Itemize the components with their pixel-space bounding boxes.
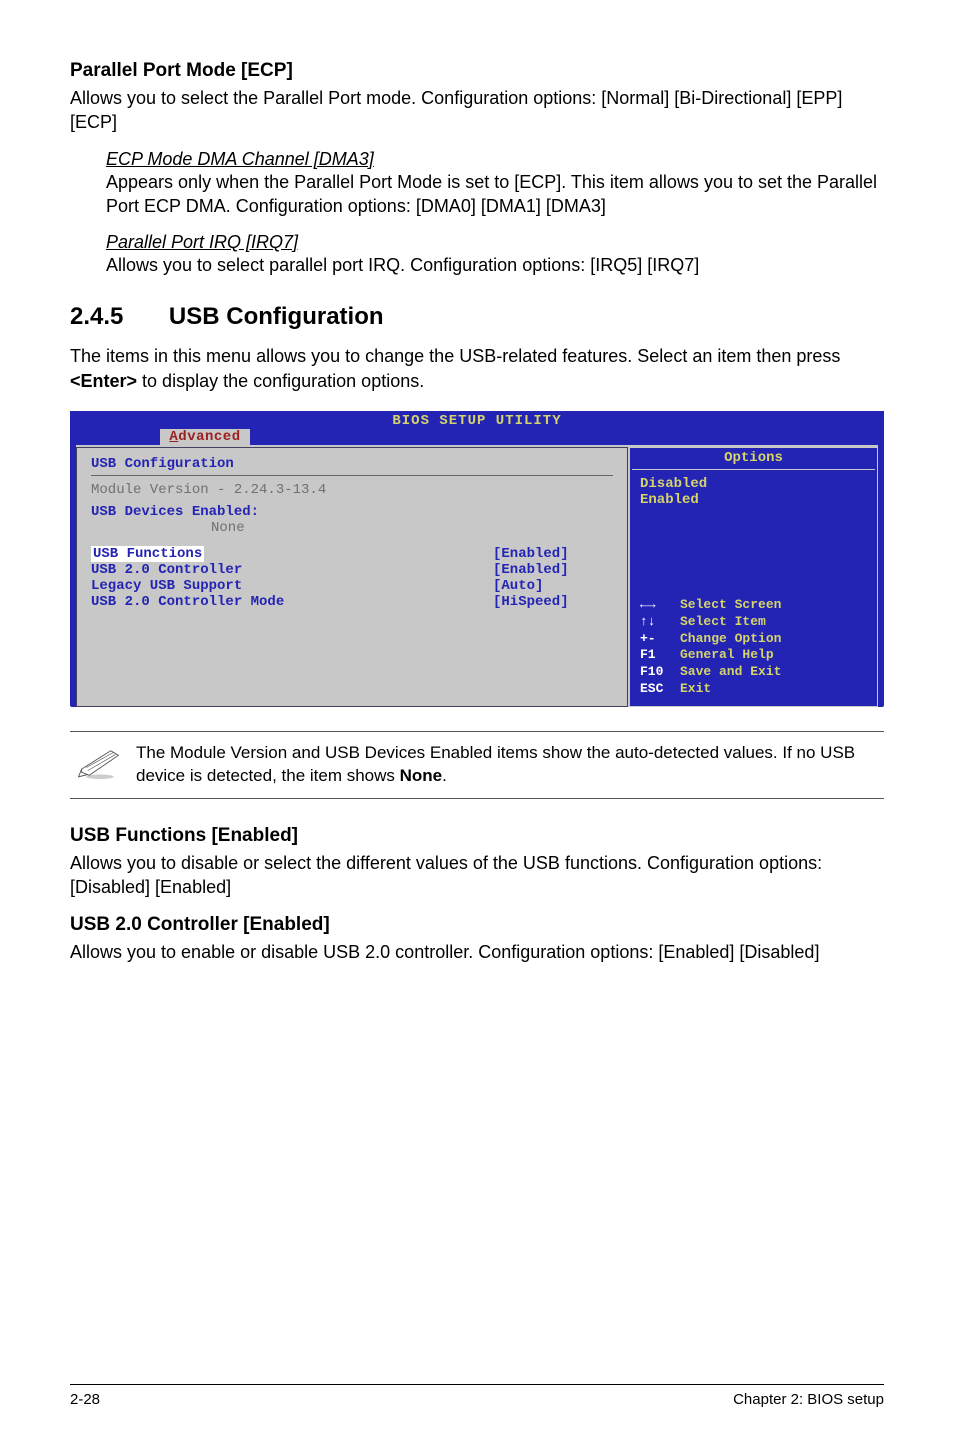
page-footer: 2-28 Chapter 2: BIOS setup bbox=[70, 1384, 884, 1408]
bios-row-label: USB Functions bbox=[91, 546, 204, 562]
nav-key: ESC bbox=[640, 681, 680, 698]
text-usb20-controller: Allows you to enable or disable USB 2.0 … bbox=[70, 940, 884, 964]
heading-ppm: Parallel Port Mode [ECP] bbox=[70, 60, 884, 82]
nav-key: +- bbox=[640, 631, 680, 648]
bios-row-value: [Auto] bbox=[493, 578, 613, 594]
text-usb-functions: Allows you to disable or select the diff… bbox=[70, 851, 884, 900]
nav-key: ←→ bbox=[640, 597, 680, 614]
bios-option-enabled: Enabled bbox=[640, 492, 867, 508]
bios-row-usb20-controller: USB 2.0 Controller [Enabled] bbox=[91, 562, 613, 578]
section-title: USB Configuration bbox=[169, 303, 384, 330]
bios-row-usb20-mode: USB 2.0 Controller Mode [HiSpeed] bbox=[91, 594, 613, 610]
nav-action: Select Screen bbox=[680, 597, 781, 612]
text-ppm: Allows you to select the Parallel Port m… bbox=[70, 86, 884, 135]
section-number: 2.4.5 bbox=[70, 303, 160, 331]
bios-tab-rest: dvanced bbox=[178, 429, 240, 445]
bios-title: BIOS SETUP UTILITY bbox=[70, 411, 884, 429]
note-text-2: . bbox=[442, 766, 447, 785]
bios-main-header: USB Configuration bbox=[91, 456, 613, 476]
bios-devices-none: None bbox=[211, 520, 613, 536]
bios-side-header: Options bbox=[632, 450, 875, 470]
nav-action: General Help bbox=[680, 647, 774, 662]
heading-usb-functions: USB Functions [Enabled] bbox=[70, 825, 884, 847]
text-pp-irq: Allows you to select parallel port IRQ. … bbox=[106, 253, 884, 277]
section-intro-2: to display the configuration options. bbox=[137, 371, 424, 391]
bios-module-version: Module Version - 2.24.3-13.4 bbox=[91, 482, 613, 498]
bios-main-panel: USB Configuration Module Version - 2.24.… bbox=[76, 447, 628, 707]
note-text: The Module Version and USB Devices Enabl… bbox=[130, 742, 884, 788]
heading-ecp-dma: ECP Mode DMA Channel [DMA3] bbox=[106, 149, 884, 170]
bios-row-value: [Enabled] bbox=[493, 546, 613, 562]
section-heading: 2.4.5 USB Configuration bbox=[70, 295, 884, 332]
bios-option-disabled: Disabled bbox=[640, 476, 867, 492]
page-number: 2-28 bbox=[70, 1391, 100, 1408]
bios-screenshot: BIOS SETUP UTILITY Advanced USB Configur… bbox=[70, 411, 884, 707]
section-intro-key: <Enter> bbox=[70, 371, 137, 391]
bios-tab-key: A bbox=[169, 429, 178, 445]
bios-row-label: Legacy USB Support bbox=[91, 578, 493, 594]
note-box: The Module Version and USB Devices Enabl… bbox=[70, 731, 884, 799]
nav-action: Exit bbox=[680, 681, 711, 696]
bios-nav-help: ←→Select Screen ↑↓Select Item +-Change O… bbox=[640, 597, 781, 698]
heading-pp-irq: Parallel Port IRQ [IRQ7] bbox=[106, 232, 884, 253]
nav-action: Select Item bbox=[680, 614, 766, 629]
bios-side-panel: Options Disabled Enabled ←→Select Screen… bbox=[628, 447, 878, 707]
bios-row-usb-functions: USB Functions [Enabled] bbox=[91, 546, 613, 562]
bios-row-label: USB 2.0 Controller Mode bbox=[91, 594, 493, 610]
chapter-label: Chapter 2: BIOS setup bbox=[733, 1391, 884, 1408]
bios-tab-advanced: Advanced bbox=[160, 429, 250, 445]
nav-key: F1 bbox=[640, 647, 680, 664]
bios-row-value: [Enabled] bbox=[493, 562, 613, 578]
bios-devices-header: USB Devices Enabled: bbox=[91, 504, 613, 520]
note-text-bold: None bbox=[400, 766, 443, 785]
note-icon bbox=[70, 746, 130, 785]
bios-row-value: [HiSpeed] bbox=[493, 594, 613, 610]
bios-row-label: USB 2.0 Controller bbox=[91, 562, 493, 578]
text-ecp-dma: Appears only when the Parallel Port Mode… bbox=[106, 170, 884, 219]
section-intro: The items in this menu allows you to cha… bbox=[70, 344, 884, 393]
nav-action: Change Option bbox=[680, 631, 781, 646]
nav-key: F10 bbox=[640, 664, 680, 681]
nav-key: ↑↓ bbox=[640, 614, 680, 631]
note-text-1: The Module Version and USB Devices Enabl… bbox=[136, 743, 855, 785]
nav-action: Save and Exit bbox=[680, 664, 781, 679]
heading-usb20-controller: USB 2.0 Controller [Enabled] bbox=[70, 914, 884, 936]
section-intro-1: The items in this menu allows you to cha… bbox=[70, 346, 840, 366]
bios-row-legacy-usb: Legacy USB Support [Auto] bbox=[91, 578, 613, 594]
